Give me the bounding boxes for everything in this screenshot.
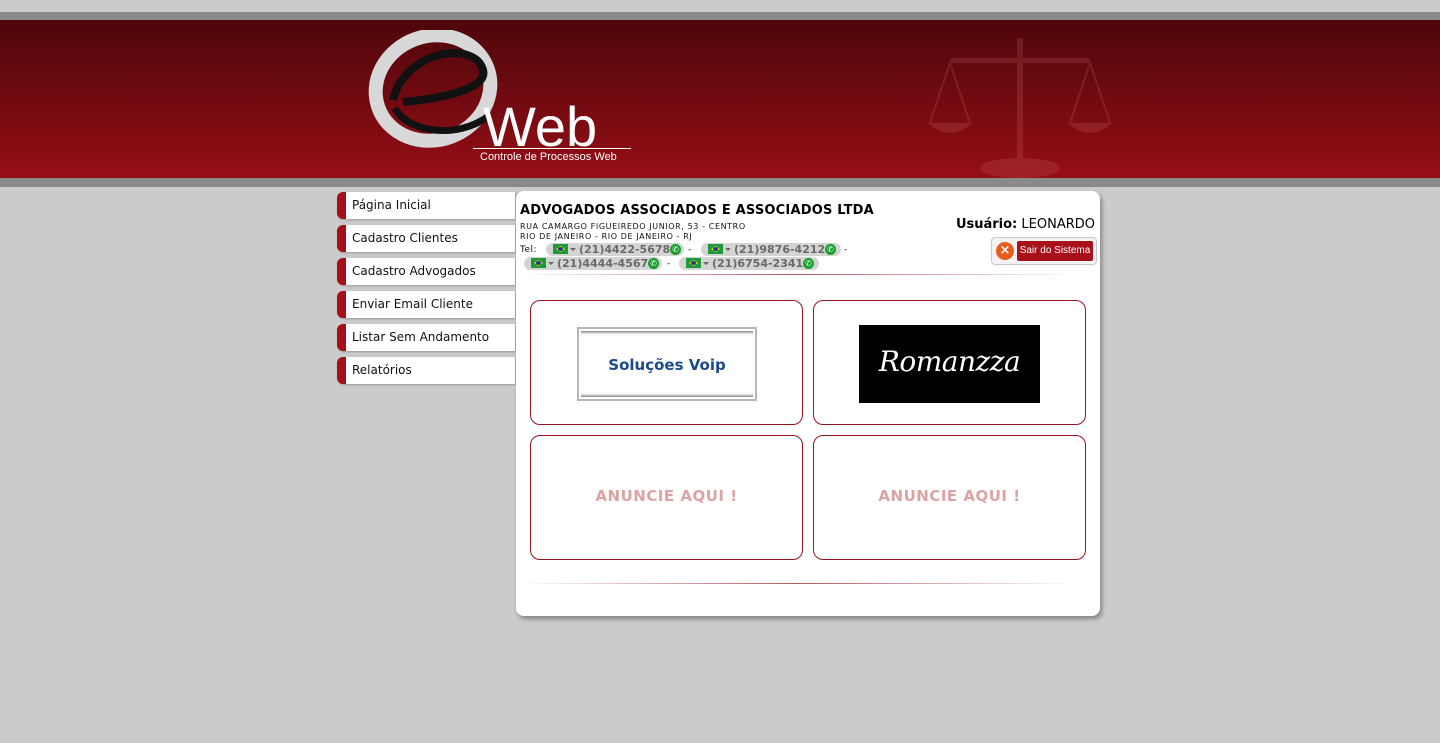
- ad-banner-solucoes-voip[interactable]: Soluções Voip: [530, 300, 803, 425]
- phone-number-chip[interactable]: (21)4444-4567 ✆: [524, 257, 662, 270]
- phone-call-icon[interactable]: ✆: [670, 244, 681, 255]
- logo-subtitle: Controle de Processos Web: [480, 151, 617, 163]
- ad-text: Romanzza: [878, 345, 1021, 378]
- phone-number: (21)4444-4567: [557, 257, 649, 270]
- user-label: Usuário:: [955, 217, 1018, 232]
- sidebar-item-pagina-inicial[interactable]: Página Inicial: [337, 192, 515, 219]
- romanzza-logo: Romanzza: [859, 325, 1040, 403]
- solucoes-voip-logo: Soluções Voip: [577, 327, 757, 401]
- phone-number-chip[interactable]: (21)6754-2341 ✆: [679, 257, 819, 270]
- divider: [520, 274, 1076, 275]
- header-top-stripe: [0, 12, 1440, 20]
- phone-separator: -: [844, 245, 848, 255]
- phone-separator: -: [667, 259, 671, 269]
- phone-call-icon[interactable]: ✆: [803, 258, 814, 269]
- sidebar-item-listar-sem-andamento[interactable]: Listar Sem Andamento: [337, 324, 515, 351]
- phone-number: (21)9876-4212: [734, 243, 826, 256]
- ad-text: ANUNCIE AQUI !: [878, 487, 1021, 505]
- ad-banner-romanzza[interactable]: Romanzza: [813, 300, 1086, 425]
- chevron-down-icon: [570, 248, 576, 251]
- sidebar-item-label: Enviar Email Cliente: [352, 297, 473, 311]
- current-user: Usuário: LEONARDO: [956, 217, 1095, 232]
- ad-banner-anuncie[interactable]: ANUNCIE AQUI !: [530, 435, 803, 560]
- phone-call-icon[interactable]: ✆: [825, 244, 836, 255]
- ad-text: Soluções Voip: [608, 356, 726, 374]
- sidebar-item-label: Página Inicial: [352, 198, 431, 212]
- divider: [520, 583, 1076, 584]
- phone-number: (21)4422-5678: [579, 243, 671, 256]
- brazil-flag-icon: [531, 258, 546, 268]
- user-name: LEONARDO: [1021, 217, 1095, 232]
- phone-number-chip[interactable]: (21)4422-5678 ✆: [546, 243, 684, 256]
- sidebar-item-cadastro-clientes[interactable]: Cadastro Clientes: [337, 225, 515, 252]
- close-icon: ×: [996, 242, 1014, 260]
- scales-of-justice-icon: [928, 38, 1112, 178]
- tel-label: Tel:: [520, 245, 538, 255]
- sidebar-item-relatorios[interactable]: Relatórios: [337, 357, 515, 384]
- logout-button-label: Sair do Sistema: [1017, 241, 1093, 261]
- sidebar-item-cadastro-advogados[interactable]: Cadastro Advogados: [337, 258, 515, 285]
- header-banner: Web Controle de Processos Web: [0, 20, 1440, 178]
- brazil-flag-icon: [553, 244, 568, 254]
- ad-banner-anuncie[interactable]: ANUNCIE AQUI !: [813, 435, 1086, 560]
- sidebar-item-label: Cadastro Advogados: [352, 264, 476, 278]
- brazil-flag-icon: [708, 244, 723, 254]
- sidebar-menu: Página Inicial Cadastro Clientes Cadastr…: [337, 192, 515, 390]
- phone-number-chip[interactable]: (21)9876-4212 ✆: [701, 243, 841, 256]
- phone-call-icon[interactable]: ✆: [648, 258, 659, 269]
- phone-number: (21)6754-2341: [712, 257, 804, 270]
- brazil-flag-icon: [686, 258, 701, 268]
- sidebar-item-label: Cadastro Clientes: [352, 231, 458, 245]
- chevron-down-icon: [548, 262, 554, 265]
- chevron-down-icon: [725, 248, 731, 251]
- logout-button[interactable]: × Sair do Sistema: [991, 237, 1097, 265]
- company-address-line2: RIO DE JANEIRO - RIO DE JANEIRO - RJ: [520, 232, 693, 241]
- chevron-down-icon: [703, 262, 709, 265]
- main-panel: ADVOGADOS ASSOCIADOS E ASSOCIADOS LTDA R…: [516, 191, 1100, 616]
- ad-text: ANUNCIE AQUI !: [595, 487, 738, 505]
- company-address-line1: RUA CAMARGO FIGUEIREDO JUNIOR, 53 - CENT…: [520, 222, 746, 231]
- sidebar-item-label: Relatórios: [352, 363, 412, 377]
- sidebar-item-label: Listar Sem Andamento: [352, 330, 490, 344]
- sidebar-item-enviar-email-cliente[interactable]: Enviar Email Cliente: [337, 291, 515, 318]
- header-bottom-stripe: [0, 178, 1440, 187]
- phone-separator: -: [688, 245, 692, 255]
- company-name: ADVOGADOS ASSOCIADOS E ASSOCIADOS LTDA: [520, 203, 874, 218]
